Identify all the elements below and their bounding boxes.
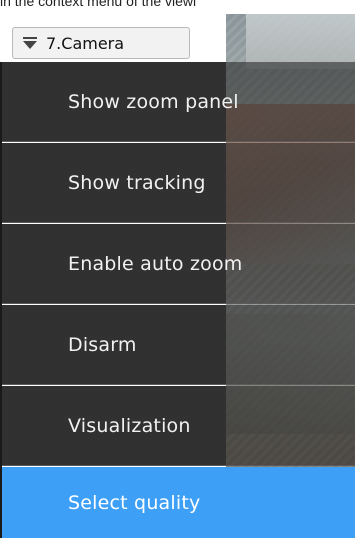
menu-item-disarm[interactable]: Disarm: [0, 305, 355, 385]
menu-item-label: Visualization: [68, 415, 191, 437]
menu-separator: [0, 303, 355, 304]
menu-item-label: Show zoom panel: [68, 91, 239, 113]
page-caption-text: in the context menu of the viewi: [0, 0, 197, 9]
chevron-down-icon: [23, 37, 37, 49]
menu-item-enable-auto-zoom[interactable]: Enable auto zoom: [0, 224, 355, 304]
menu-item-label: Disarm: [68, 334, 137, 356]
menu-item-show-tracking[interactable]: Show tracking: [0, 143, 355, 223]
menu-separator: [0, 222, 355, 223]
menu-item-visualization[interactable]: Visualization: [0, 386, 355, 466]
video-building-area: [246, 14, 355, 69]
menu-left-border: [0, 62, 2, 538]
camera-name: 7.Camera: [46, 33, 125, 53]
menu-item-label: Enable auto zoom: [68, 253, 243, 275]
menu-separator: [0, 384, 355, 385]
camera-title-button[interactable]: 7.Camera: [12, 27, 190, 59]
menu-item-show-zoom-panel[interactable]: Show zoom panel: [0, 62, 355, 142]
context-menu: Show zoom panel Show tracking Enable aut…: [0, 62, 355, 538]
menu-separator: [0, 141, 355, 142]
menu-item-label: Show tracking: [68, 172, 206, 194]
menu-separator: [0, 465, 355, 466]
menu-item-label: Select quality: [68, 491, 201, 514]
menu-item-select-quality[interactable]: Select quality: [0, 467, 355, 538]
